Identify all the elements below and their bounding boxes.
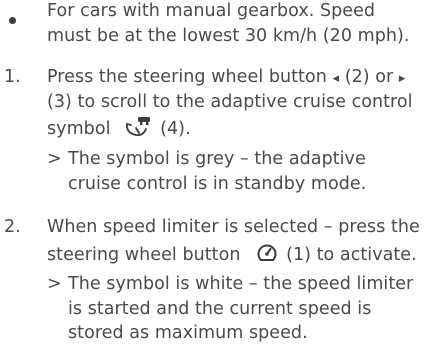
step-2-result-line-1: The symbol is white – the speed limiter bbox=[68, 274, 414, 294]
bullet-line-1: For cars with manual gearbox. Speed bbox=[47, 1, 376, 21]
step-1-line-1-mid: (2) or bbox=[344, 67, 394, 87]
bullet-line-2: must be at the lowest 30 km/h (20 mph). bbox=[47, 25, 410, 46]
step-2-line-2-text: steering wheel button bbox=[47, 244, 241, 265]
step-1-line-1: Press the steering wheel button ◂ (2) or… bbox=[47, 65, 413, 90]
step-1-symbol-number: (4). bbox=[160, 119, 191, 139]
right-arrow-icon: ▸ bbox=[398, 71, 406, 86]
step-2-result-marker: > bbox=[47, 274, 62, 294]
step-1-line-1-text: Press the steering wheel button bbox=[47, 67, 327, 87]
step-1-number: 1. bbox=[4, 67, 21, 87]
step-1-result-line-1: The symbol is grey – the adaptive bbox=[68, 149, 366, 169]
bullet-dot bbox=[9, 17, 16, 24]
step-1-line-3: symbol (4). bbox=[47, 114, 413, 143]
step-1-line-2: (3) to scroll to the adaptive cruise con… bbox=[47, 91, 413, 112]
adaptive-cruise-control-icon bbox=[124, 114, 152, 149]
bullet-marker bbox=[9, 9, 16, 29]
step-1-result-marker: > bbox=[47, 149, 62, 169]
step-1-symbol-text: symbol bbox=[47, 119, 111, 139]
step-2-line-2-post: (1) to activate. bbox=[286, 244, 417, 265]
step-2-line-1: When speed limiter is selected – press t… bbox=[47, 217, 420, 237]
step-2-result-line-3: stored as maximum speed. bbox=[68, 323, 308, 343]
step-2-result-line-2: is started and the current speed is bbox=[68, 298, 372, 319]
left-arrow-icon: ◂ bbox=[332, 71, 340, 86]
speedometer-icon bbox=[256, 242, 278, 275]
step-2-line-2: steering wheel button (1) to activate. bbox=[47, 240, 420, 269]
step-2-number: 2. bbox=[4, 217, 21, 237]
step-1-result-line-2: cruise control is in standby mode. bbox=[68, 173, 367, 194]
